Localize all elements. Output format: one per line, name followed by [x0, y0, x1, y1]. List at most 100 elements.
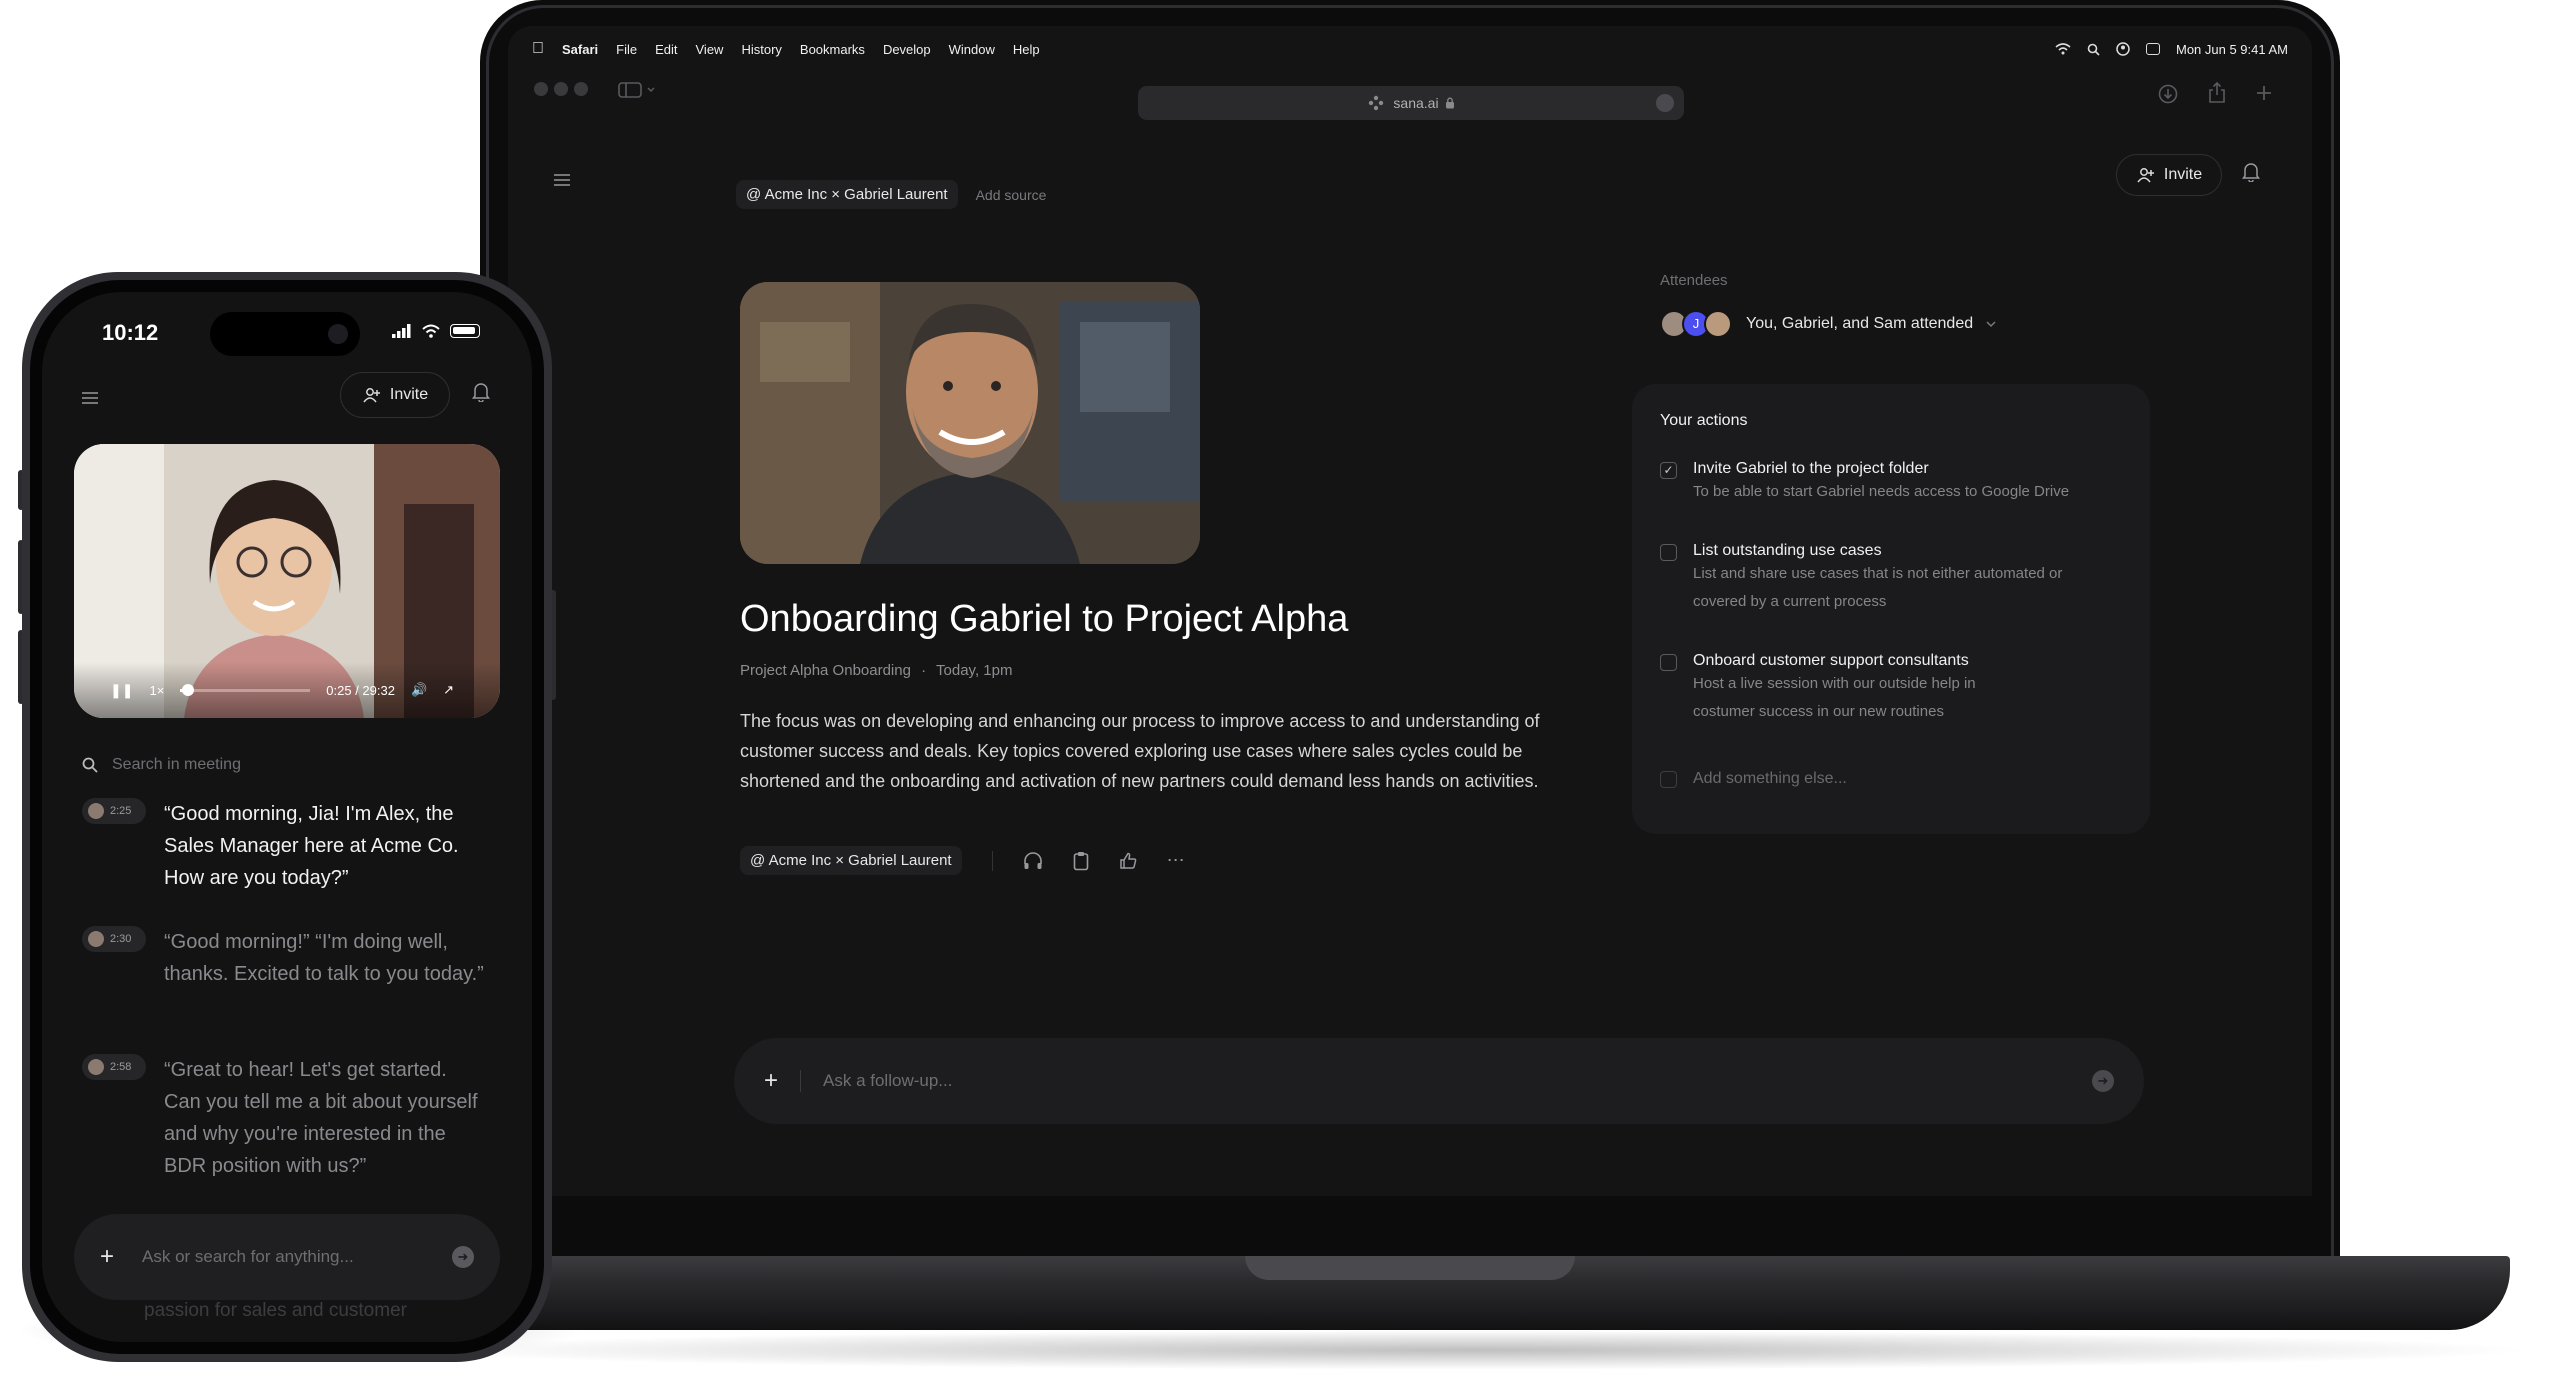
fullscreen-icon[interactable]: ↗ [443, 682, 454, 698]
address-bar[interactable]: sana.ai [1138, 86, 1684, 120]
lock-icon [1445, 97, 1454, 109]
transcript-timestamp[interactable]: 2:25 [82, 798, 146, 824]
attendees-label: Attendees [1660, 272, 1728, 289]
followup-input[interactable] [821, 1070, 2092, 1092]
user-account-icon[interactable] [2116, 42, 2130, 56]
phone-invite-button[interactable]: Invite [340, 372, 450, 418]
action-checkbox[interactable] [1660, 654, 1677, 671]
project-name[interactable]: Project Alpha Onboarding [740, 662, 911, 679]
pause-icon[interactable]: ❚❚ [110, 682, 133, 699]
action-description: Host a live session with our outside hel… [1693, 675, 1976, 720]
spotlight-search-icon[interactable] [2087, 43, 2100, 56]
menu-history[interactable]: History [741, 42, 781, 57]
transcript-text: “Good morning!” “I'm doing well, thanks.… [164, 931, 484, 985]
followup-divider [800, 1070, 802, 1092]
phone-status-time: 10:12 [102, 320, 159, 345]
menu-view[interactable]: View [696, 42, 724, 57]
invite-button[interactable]: Invite [2116, 154, 2222, 196]
add-attachment-button[interactable]: + [764, 1067, 778, 1095]
front-camera-icon [328, 324, 348, 344]
phone-invite-label: Invite [389, 386, 429, 403]
menu-develop[interactable]: Develop [883, 42, 931, 57]
menu-icon[interactable] [554, 174, 570, 186]
phone-notifications-bell-icon[interactable] [472, 382, 490, 402]
wifi-icon[interactable] [2055, 43, 2071, 55]
phone-screen: 10:12 Invite ❚❚ 1× 0:25 / 29:32 🔊 ↗ Sear… [42, 292, 532, 1342]
phone-video-player[interactable]: ❚❚ 1× 0:25 / 29:32 🔊 ↗ [74, 444, 500, 718]
window-zoom-button[interactable] [574, 82, 588, 96]
add-action-row[interactable]: Add something else... [1660, 770, 1847, 788]
summary-footer: @ Acme Inc × Gabriel Laurent ⋯ [740, 846, 1185, 875]
source-chip[interactable]: @ Acme Inc × Gabriel Laurent [736, 180, 958, 209]
transcript-entry[interactable]: 2:58 “Great to hear! Let's get started. … [82, 1054, 484, 1182]
menu-edit[interactable]: Edit [655, 42, 677, 57]
action-checkbox-checked[interactable]: ✓ [1660, 462, 1677, 479]
copy-icon[interactable] [1073, 851, 1089, 871]
meeting-summary: The focus was on developing and enhancin… [740, 711, 1540, 791]
phone-menu-icon[interactable] [82, 392, 98, 404]
window-minimize-button[interactable] [554, 82, 568, 96]
transcript-timestamp[interactable]: 2:30 [82, 926, 146, 952]
add-source-link[interactable]: Add source [976, 187, 1047, 203]
new-tab-icon[interactable] [2256, 85, 2272, 101]
sidebar-toggle-icon[interactable] [618, 82, 658, 98]
add-people-icon [2137, 168, 2154, 183]
menu-app-name[interactable]: Safari [562, 42, 598, 57]
footer-source-chip[interactable]: @ Acme Inc × Gabriel Laurent [740, 846, 962, 875]
apple-menu-icon[interactable]:  [532, 40, 544, 58]
participant-video-thumbnail[interactable] [740, 282, 1200, 564]
menu-window[interactable]: Window [949, 42, 995, 57]
search-placeholder: Search in meeting [112, 756, 241, 773]
phone-send-arrow-icon[interactable]: ➜ [452, 1246, 474, 1268]
transcript-entry[interactable]: 2:25 “Good morning, Jia! I'm Alex, the S… [82, 798, 484, 894]
action-checkbox[interactable] [1660, 544, 1677, 561]
action-item: ✓ Invite Gabriel to the project folder T… [1660, 460, 2113, 506]
speaker-avatar [88, 931, 104, 947]
attendees-dropdown[interactable]: J You, Gabriel, and Sam attended [1660, 310, 1997, 338]
extension-icon[interactable] [1656, 94, 1674, 112]
phone-ask-input[interactable] [140, 1246, 452, 1268]
volume-icon[interactable]: 🔊 [411, 682, 427, 698]
action-description: To be able to start Gabriel needs access… [1693, 483, 2070, 500]
transcript-search[interactable]: Search in meeting [82, 756, 241, 774]
transcript-overflow-text: passion for sales and customer [144, 1300, 407, 1321]
page-settings-icon[interactable] [1367, 94, 1385, 112]
action-description: List and share use cases that is not eit… [1693, 565, 2063, 610]
headphones-icon[interactable] [1023, 851, 1043, 870]
control-center-icon[interactable] [2145, 43, 2160, 55]
add-action-placeholder[interactable]: Add something else... [1693, 770, 1847, 788]
battery-icon [450, 324, 480, 338]
timestamp-text: 2:58 [110, 1061, 132, 1073]
menubar-datetime[interactable]: Mon Jun 5 9:41 AM [2176, 42, 2288, 57]
playback-speed[interactable]: 1× [149, 683, 164, 698]
transcript-text: “Good morning, Jia! I'm Alex, the Sales … [164, 803, 459, 889]
thumbs-up-icon[interactable] [1119, 852, 1137, 870]
more-options-icon[interactable]: ⋯ [1167, 850, 1185, 871]
downloads-icon[interactable] [2158, 84, 2178, 104]
actions-heading: Your actions [1660, 412, 1748, 429]
cellular-signal-icon [392, 324, 411, 338]
window-close-button[interactable] [534, 82, 548, 96]
menu-bookmarks[interactable]: Bookmarks [800, 42, 865, 57]
add-people-icon [363, 388, 380, 403]
menu-help[interactable]: Help [1013, 42, 1040, 57]
notifications-bell-icon[interactable] [2242, 162, 2260, 182]
followup-bar: + ➜ [734, 1038, 2144, 1124]
phone-add-button[interactable]: + [100, 1243, 114, 1271]
timestamp-text: 2:25 [110, 805, 132, 817]
laptop-screen:  Safari File Edit View History Bookmark… [508, 26, 2312, 1196]
menu-file[interactable]: File [616, 42, 637, 57]
meeting-meta: Project Alpha Onboarding · Today, 1pm [740, 662, 1012, 679]
participant-photo [740, 282, 1200, 564]
url-text: sana.ai [1393, 95, 1439, 111]
video-scrubber[interactable] [180, 683, 311, 696]
share-icon[interactable] [2208, 82, 2226, 104]
phone-ask-bar: + ➜ [74, 1214, 500, 1300]
send-arrow-icon[interactable]: ➜ [2092, 1070, 2114, 1092]
search-icon [82, 757, 98, 773]
speaker-avatar [88, 1059, 104, 1075]
scrubber-handle[interactable] [182, 683, 195, 696]
meta-separator: · [921, 662, 927, 679]
transcript-entry[interactable]: 2:30 “Good morning!” “I'm doing well, th… [82, 926, 484, 990]
transcript-timestamp[interactable]: 2:58 [82, 1054, 146, 1080]
